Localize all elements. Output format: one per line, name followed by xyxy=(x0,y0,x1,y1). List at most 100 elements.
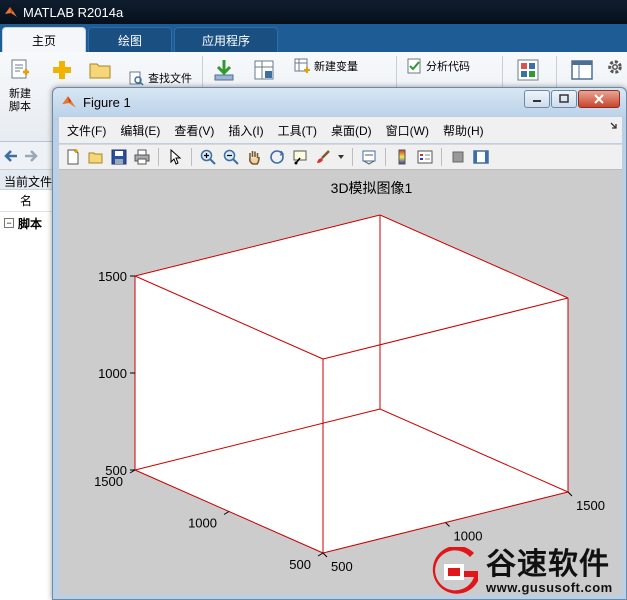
plus-icon xyxy=(53,61,71,79)
hide-plot-tools-icon xyxy=(452,151,464,163)
watermark: 谷速软件 www.gususoft.com xyxy=(430,544,627,600)
x-tick-mark-0 xyxy=(322,552,328,558)
find-files-button[interactable]: 查找文件 xyxy=(128,70,192,86)
new-variable-label: 新建变量 xyxy=(314,61,358,73)
figure-title-bar[interactable]: Figure 1 xyxy=(53,88,626,116)
x-tick-label-1: 1000 xyxy=(454,529,483,544)
open-button[interactable] xyxy=(88,58,112,88)
import-data-icon xyxy=(214,60,234,81)
watermark-url: www.gususoft.com xyxy=(486,580,613,595)
brush-button[interactable] xyxy=(313,147,333,167)
analyze-code-button[interactable]: 分析代码 xyxy=(406,58,470,74)
menu-insert[interactable]: 插入(I) xyxy=(228,122,263,139)
menu-help[interactable]: 帮助(H) xyxy=(443,122,484,139)
preferences-button[interactable] xyxy=(606,58,624,82)
show-plot-tools-icon xyxy=(473,150,489,164)
import-data-button[interactable] xyxy=(212,58,236,88)
data-cursor-button[interactable] xyxy=(290,147,310,167)
y-tick-mark-1 xyxy=(223,511,230,515)
zoom-out-icon xyxy=(223,149,239,165)
new-figure-icon xyxy=(67,149,79,165)
simulink-button[interactable] xyxy=(516,58,540,88)
menu-view[interactable]: 查看(V) xyxy=(174,122,214,139)
forward-arrow-icon[interactable] xyxy=(23,149,39,163)
plot-canvas[interactable]: 3D模拟图像1 500 1000 1500 500 1000 1500 500 1000 1500 xyxy=(59,170,622,595)
layout-button[interactable] xyxy=(570,58,594,88)
save-workspace-button[interactable] xyxy=(252,58,276,88)
tab-plots[interactable]: 绘图 xyxy=(88,27,172,52)
save-icon xyxy=(111,149,127,165)
menu-window[interactable]: 窗口(W) xyxy=(386,122,429,139)
new-button[interactable] xyxy=(50,58,74,88)
new-variable-icon xyxy=(294,58,310,73)
y-tick-mark-0 xyxy=(317,552,324,557)
colorbar-icon xyxy=(398,149,406,165)
menu-tools[interactable]: 工具(T) xyxy=(278,122,317,139)
analyze-code-label: 分析代码 xyxy=(426,61,470,73)
brush-icon xyxy=(317,150,330,163)
gear-icon xyxy=(608,60,622,74)
tab-apps[interactable]: 应用程序 xyxy=(174,27,278,52)
data-cursor-icon xyxy=(293,150,307,165)
print-button[interactable] xyxy=(132,147,152,167)
new-figure-button[interactable] xyxy=(63,147,83,167)
save-figure-button[interactable] xyxy=(109,147,129,167)
toolbar-divider xyxy=(191,148,192,166)
z-tick-label-1: 1000 xyxy=(98,366,127,381)
menu-file[interactable]: 文件(F) xyxy=(67,122,106,139)
colorbar-button[interactable] xyxy=(392,147,412,167)
hide-plot-tools-button[interactable] xyxy=(448,147,468,167)
axes-3d[interactable]: 3D模拟图像1500100015005001000150050010001500 xyxy=(59,170,622,595)
analyze-code-icon xyxy=(407,58,421,74)
find-files-label: 查找文件 xyxy=(148,73,192,85)
maximize-button[interactable] xyxy=(551,90,577,108)
new-variable-button[interactable]: 新建变量 xyxy=(294,58,358,74)
brush-dropdown[interactable] xyxy=(336,147,346,167)
gususoft-logo-icon xyxy=(432,547,478,594)
figure-window: Figure 1 文件(F) 编辑(E) 查看(V) 插入(I) 工具(T) 桌… xyxy=(52,87,627,600)
print-icon xyxy=(134,149,150,165)
rotate-3d-button[interactable] xyxy=(267,147,287,167)
minimize-button[interactable] xyxy=(524,90,550,108)
close-button[interactable] xyxy=(578,90,620,108)
dock-arrow-icon[interactable] xyxy=(610,122,618,130)
menu-edit[interactable]: 编辑(E) xyxy=(120,122,160,139)
back-arrow-icon[interactable] xyxy=(3,149,19,163)
zoom-in-button[interactable] xyxy=(198,147,218,167)
folder-nav-bar xyxy=(0,142,59,170)
layout-icon xyxy=(571,60,593,80)
y-tick-label-0: 500 xyxy=(289,557,311,572)
open-file-button[interactable] xyxy=(86,147,106,167)
link-plot-button[interactable] xyxy=(359,147,379,167)
zoom-out-button[interactable] xyxy=(221,147,241,167)
pan-icon xyxy=(249,151,260,165)
new-script-button[interactable]: 新建 脚本 xyxy=(8,58,32,114)
matlab-logo-icon xyxy=(5,7,17,17)
toolbar-divider xyxy=(352,148,353,166)
menu-desktop[interactable]: 桌面(D) xyxy=(331,122,372,139)
show-plot-tools-button[interactable] xyxy=(471,147,491,167)
x-tick-mark-1 xyxy=(445,522,450,527)
window-controls xyxy=(523,90,620,108)
watermark-text: 谷速软件 www.gususoft.com xyxy=(486,549,613,595)
ribbon-tabs: 主页 绘图 应用程序 xyxy=(0,24,627,52)
scripts-tree-node[interactable]: − 脚本 xyxy=(0,212,59,234)
minimize-icon xyxy=(533,100,541,102)
name-column-header[interactable]: 名 xyxy=(20,192,32,209)
collapse-toggle[interactable]: − xyxy=(4,218,14,228)
folder-open-icon xyxy=(89,63,111,79)
figure-toolbar xyxy=(59,144,622,170)
pointer-icon xyxy=(170,149,182,165)
watermark-name: 谷速软件 xyxy=(486,547,610,582)
chevron-down-icon xyxy=(338,155,344,159)
tab-home[interactable]: 主页 xyxy=(2,27,86,52)
file-list-header[interactable]: 名 xyxy=(0,190,59,212)
new-script-icon xyxy=(11,59,29,79)
pan-button[interactable] xyxy=(244,147,264,167)
toolbar-divider xyxy=(158,148,159,166)
legend-button[interactable] xyxy=(415,147,435,167)
scripts-node-label: 脚本 xyxy=(18,216,43,231)
toolbar-divider xyxy=(441,148,442,166)
edit-plot-button[interactable] xyxy=(165,147,185,167)
rotate-3d-icon xyxy=(270,150,285,164)
